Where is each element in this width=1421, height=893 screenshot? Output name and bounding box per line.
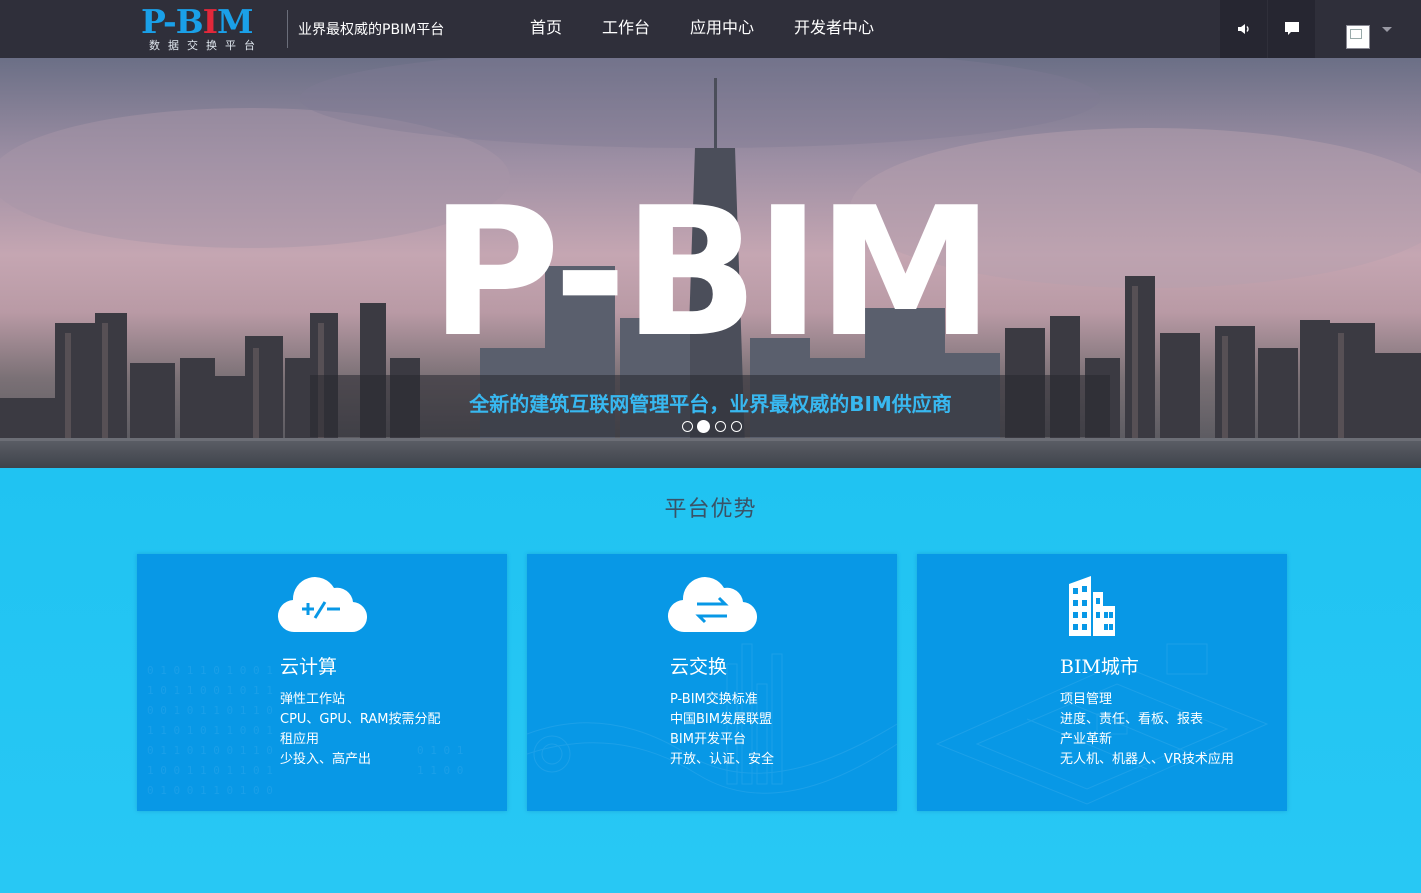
card-line: 项目管理 bbox=[1060, 692, 1113, 707]
card-line: 少投入、高产出 bbox=[280, 752, 372, 767]
advantage-card-cloud-computing[interactable]: 0 1 0 1 1 0 1 0 0 1 1 0 1 1 0 0 1 0 1 1 … bbox=[137, 554, 507, 811]
carousel-dot-3[interactable] bbox=[715, 421, 726, 432]
logo-subtitle: 数据交换平台 bbox=[149, 39, 263, 52]
advantage-card-cloud-exchange[interactable]: 云交换 P-BIM交换标准 中国BIM发展联盟 BIM开发平台 开放、认证、安全 bbox=[527, 554, 897, 811]
card-line: 中国BIM发展联盟 bbox=[670, 712, 772, 727]
svg-text:0 1 0 0 1 1 0 1 0 0: 0 1 0 0 1 1 0 1 0 0 bbox=[147, 784, 273, 797]
logo-divider bbox=[287, 10, 288, 48]
nav-home[interactable]: 首页 bbox=[530, 17, 562, 39]
carousel-dot-1[interactable] bbox=[682, 421, 693, 432]
card-line: 产业革新 bbox=[1060, 732, 1113, 747]
advantages-section: 平台优势 0 1 0 1 1 0 1 0 0 1 1 0 1 1 0 0 1 0… bbox=[0, 468, 1421, 893]
chat-bubble-icon bbox=[1285, 22, 1299, 35]
caret-down-icon[interactable] bbox=[1382, 27, 1392, 32]
nav-app-center[interactable]: 应用中心 bbox=[690, 17, 754, 39]
section-title: 平台优势 bbox=[664, 497, 757, 522]
site-slogan: 业界最权威的PBIM平台 bbox=[298, 22, 445, 38]
advantage-card-bim-city[interactable]: BIM城市 项目管理 进度、责任、看板、报表 产业革新 无人机、机器人、VR技术… bbox=[917, 554, 1287, 811]
card-description: P-BIM交换标准 中国BIM发展联盟 BIM开发平台 开放、认证、安全 bbox=[670, 690, 860, 770]
speaker-icon bbox=[1238, 24, 1249, 34]
cloud-exchange-icon bbox=[668, 577, 757, 633]
svg-text:1 0 0 1 1 0 1 1 0 1: 1 0 0 1 1 0 1 1 0 1 bbox=[147, 764, 273, 777]
card-line: 弹性工作站 bbox=[280, 692, 346, 707]
card-title: BIM城市 bbox=[1060, 656, 1139, 678]
card-title: 云交换 bbox=[670, 656, 728, 678]
top-bar: P-BIM 数据交换平台 业界最权威的PBIM平台 首页 工作台 应用中心 开发… bbox=[0, 0, 1421, 58]
card-title: 云计算 bbox=[280, 656, 338, 678]
card-description: 弹性工作站 CPU、GPU、RAM按需分配 租应用 少投入、高产出 bbox=[280, 690, 470, 770]
cloud-plus-minus-icon bbox=[278, 577, 367, 633]
card-line: 租应用 bbox=[280, 732, 320, 747]
svg-text:0 1 1 0 1 0 0 1 1 0: 0 1 1 0 1 0 0 1 1 0 bbox=[147, 744, 273, 757]
broken-image-icon bbox=[1350, 29, 1362, 39]
card-description: 项目管理 进度、责任、看板、报表 产业革新 无人机、机器人、VR技术应用 bbox=[1060, 690, 1250, 770]
card-line: 无人机、机器人、VR技术应用 bbox=[1060, 752, 1234, 767]
nav-developer-center[interactable]: 开发者中心 bbox=[794, 17, 874, 39]
card-line: 进度、责任、看板、报表 bbox=[1060, 712, 1204, 727]
message-button[interactable] bbox=[1268, 0, 1315, 58]
svg-text:1 1 0 1 0 1 1 0 0 1: 1 1 0 1 0 1 1 0 0 1 bbox=[147, 724, 273, 737]
hero-carousel: P-BIM 全新的建筑互联网管理平台，业界最权威的BIM供应商 bbox=[0, 58, 1421, 468]
carousel-dot-2[interactable] bbox=[697, 420, 710, 433]
user-avatar[interactable] bbox=[1346, 25, 1370, 49]
svg-text:1 0 1 1 0 0 1 0 1 1: 1 0 1 1 0 0 1 0 1 1 bbox=[147, 684, 273, 697]
hero-title: P-BIM bbox=[429, 169, 994, 376]
building-icon bbox=[1069, 576, 1115, 636]
card-line: 开放、认证、安全 bbox=[670, 752, 775, 767]
card-line: CPU、GPU、RAM按需分配 bbox=[280, 712, 441, 727]
card-line: P-BIM交换标准 bbox=[670, 692, 758, 707]
svg-text:0 0 1 0 1 1 0 1 1 0: 0 0 1 0 1 1 0 1 1 0 bbox=[147, 704, 273, 717]
logo-wordmark: P-BIM bbox=[141, 2, 254, 41]
svg-text:0 1 0 1 1 0 1 0 0 1: 0 1 0 1 1 0 1 0 0 1 bbox=[147, 664, 273, 677]
card-line: BIM开发平台 bbox=[670, 732, 746, 747]
hero-tagline: 全新的建筑互联网管理平台，业界最权威的BIM供应商 bbox=[469, 392, 952, 416]
logo[interactable]: P-BIM 数据交换平台 bbox=[141, 2, 281, 52]
carousel-dot-4[interactable] bbox=[731, 421, 742, 432]
sound-button[interactable] bbox=[1220, 0, 1267, 58]
nav-workbench[interactable]: 工作台 bbox=[602, 17, 650, 39]
